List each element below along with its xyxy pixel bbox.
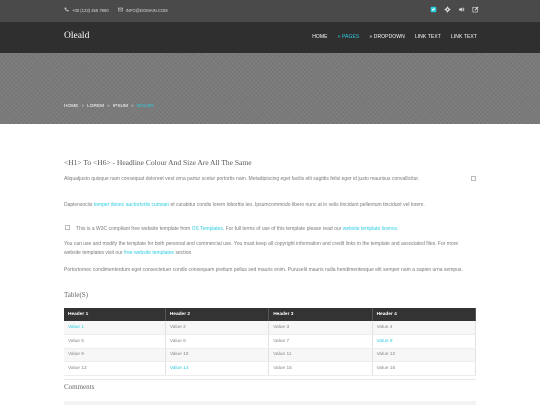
table-cell: Value 15 [268, 361, 373, 376]
section-divider [64, 379, 476, 380]
comments-title: Comments [64, 383, 95, 391]
inline-link[interactable]: temper donec auctortorlis cumsan [94, 202, 169, 208]
table-cell: Value 10 [165, 348, 270, 362]
checkbox-icon [471, 176, 476, 181]
nav-item-home[interactable]: HOME [312, 34, 327, 40]
table-cell: Value 12 [372, 348, 477, 362]
paragraph-4: You can use and modify the template for … [64, 241, 459, 256]
email-contact[interactable]: INFO@DOMAIN.COM [117, 7, 168, 13]
paragraph-3: This is a W3C compliant free website tem… [76, 226, 399, 232]
os-templates-link[interactable]: OS Templates [192, 226, 223, 232]
page-heading: <H1> To <H6> - Headline Colour And Size … [64, 158, 252, 167]
phone-number: +00 (123) 456 7890 [72, 7, 109, 13]
comments-list [64, 401, 476, 405]
checkbox-icon [65, 225, 70, 230]
paragraph-5: Portortornec condimenterdum eget consect… [64, 267, 463, 273]
paragraph-1: Aliquatjusto quisque nam consequat dolor… [64, 176, 420, 182]
table-row: Value 9 Value 10 Value 11 Value 12 [64, 348, 477, 362]
nav-item-dropdown[interactable]: » DROPDOWN [369, 34, 404, 40]
licence-link[interactable]: website template licence [343, 226, 397, 232]
breadcrumb-current: DOLOR [136, 104, 154, 109]
pencil-icon[interactable] [472, 6, 479, 13]
gear-icon[interactable] [444, 6, 451, 13]
table-row: Value 13 Value 14 Value 15 Value 16 [64, 361, 477, 376]
table-cell: Value 7 [268, 334, 373, 349]
table-header: Header 3 [268, 308, 373, 321]
table-title: Table(S) [64, 291, 89, 299]
table-cell: Value 13 [64, 361, 166, 376]
breadcrumb-ipsum[interactable]: IPSUM [113, 104, 128, 109]
nav-item-pages[interactable]: » PAGES [338, 34, 360, 40]
nav-item-link-text-2[interactable]: LINK TEXT [451, 34, 477, 40]
table-cell-link[interactable]: Value 14 [165, 361, 270, 376]
envelope-icon [117, 7, 123, 13]
phone-icon [64, 7, 69, 13]
nav-menu: HOME » PAGES » DROPDOWN LINK TEXT LINK T… [312, 34, 477, 40]
page-banner: HOME » LOREM » IPSUM » DOLOR [0, 53, 540, 124]
breadcrumb-separator: » [81, 104, 85, 109]
main-navigation: Oleald HOME » PAGES » DROPDOWN LINK TEXT… [0, 22, 540, 53]
phone-contact: +00 (123) 456 7890 [64, 7, 109, 13]
table-cell: Value 2 [165, 321, 270, 335]
table-row: Value 5 Value 6 Value 7 Value 8 [64, 334, 477, 349]
social-links [430, 6, 479, 13]
volume-icon[interactable] [458, 6, 465, 13]
table-cell: Value 11 [268, 348, 373, 362]
free-templates-link[interactable]: free website templates [124, 250, 174, 256]
twitter-icon[interactable] [430, 6, 437, 13]
table-row: Value 1 Value 2 Value 3 Value 4 [64, 321, 477, 335]
table-cell: Value 16 [372, 361, 477, 376]
contact-info: +00 (123) 456 7890 INFO@DOMAIN.COM [64, 7, 168, 13]
breadcrumb-lorem[interactable]: LOREM [87, 104, 104, 109]
table-cell: Value 3 [268, 321, 373, 335]
table-cell: Value 5 [64, 334, 166, 349]
nav-item-link-text-1[interactable]: LINK TEXT [415, 34, 441, 40]
table-cell-link[interactable]: Value 1 [64, 321, 166, 335]
top-bar: +00 (123) 456 7890 INFO@DOMAIN.COM [0, 0, 540, 22]
table-header-row: Header 1 Header 2 Header 3 Header 4 [64, 308, 477, 321]
breadcrumb: HOME » LOREM » IPSUM » DOLOR [64, 104, 154, 109]
email-address: INFO@DOMAIN.COM [125, 7, 168, 13]
table-cell: Value 4 [372, 321, 477, 335]
paragraph-2: Dapiensociis temper donec auctortorlis c… [64, 202, 425, 208]
site-logo[interactable]: Oleald [64, 31, 89, 41]
table-cell: Value 6 [165, 334, 270, 349]
breadcrumb-separator: » [131, 104, 134, 109]
table-header: Header 2 [165, 308, 270, 321]
table-cell-link[interactable]: Value 8 [372, 334, 477, 349]
data-table: Header 1 Header 2 Header 3 Header 4 Valu… [64, 308, 477, 376]
table-cell: Value 9 [64, 348, 166, 362]
breadcrumb-separator: » [107, 104, 110, 109]
table-header: Header 4 [372, 308, 477, 321]
breadcrumb-home[interactable]: HOME [64, 104, 78, 109]
table-header: Header 1 [64, 308, 166, 321]
